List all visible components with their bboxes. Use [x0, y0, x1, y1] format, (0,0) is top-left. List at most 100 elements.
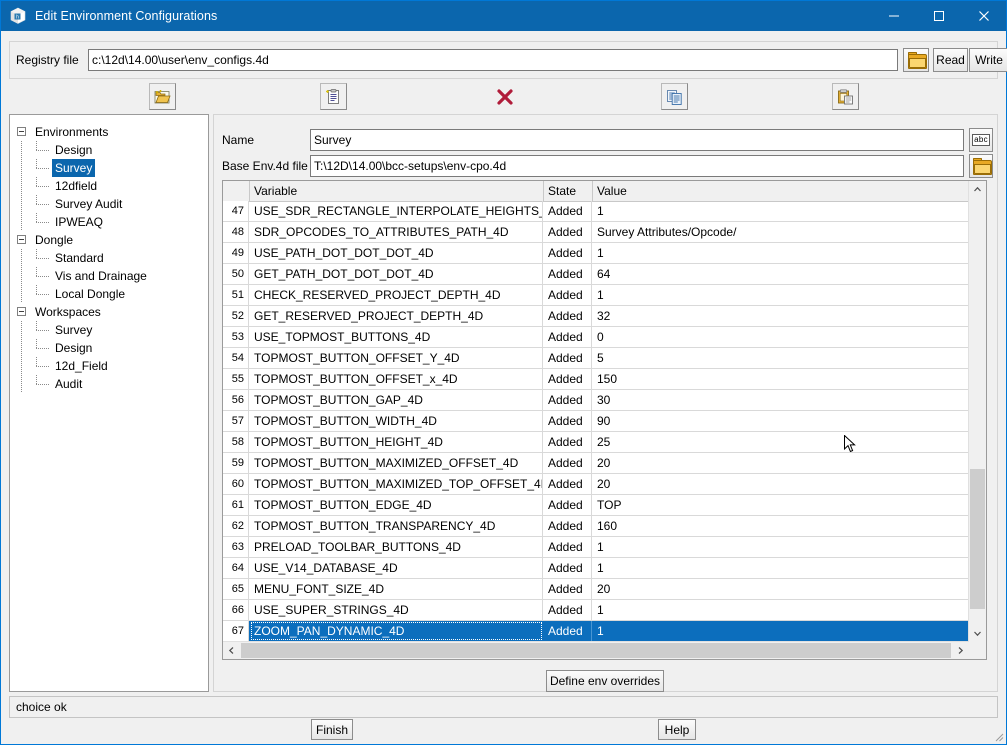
- tree-node-design[interactable]: Design: [10, 141, 208, 159]
- new-folder-button[interactable]: [149, 83, 176, 110]
- scroll-left-icon[interactable]: [223, 642, 240, 659]
- table-row[interactable]: 62 TOPMOST_BUTTON_TRANSPARENCY_4D Added 160: [223, 516, 969, 537]
- column-header-state[interactable]: State: [544, 181, 593, 201]
- table-row[interactable]: 51 CHECK_RESERVED_PROJECT_DEPTH_4D Added 1: [223, 285, 969, 306]
- state-cell[interactable]: Added: [544, 495, 592, 515]
- value-cell[interactable]: 150: [593, 369, 969, 389]
- grid-vertical-scrollbar[interactable]: [968, 181, 986, 642]
- variable-cell[interactable]: GET_RESERVED_PROJECT_DEPTH_4D: [250, 306, 543, 326]
- table-row[interactable]: 58 TOPMOST_BUTTON_HEIGHT_4D Added 25: [223, 432, 969, 453]
- value-cell[interactable]: 1: [593, 621, 969, 641]
- copy-button[interactable]: [661, 83, 688, 110]
- row-index-cell[interactable]: 67: [223, 621, 249, 641]
- table-row[interactable]: 53 USE_TOPMOST_BUTTONS_4D Added 0: [223, 327, 969, 348]
- expander-collapse-icon[interactable]: [17, 127, 26, 136]
- table-row[interactable]: 60 TOPMOST_BUTTON_MAXIMIZED_TOP_OFFSET_4D…: [223, 474, 969, 495]
- state-cell[interactable]: Added: [544, 264, 592, 284]
- delete-button[interactable]: [491, 83, 518, 110]
- variable-cell[interactable]: TOPMOST_BUTTON_HEIGHT_4D: [250, 432, 543, 452]
- help-button[interactable]: Help: [658, 719, 696, 740]
- variable-cell[interactable]: TOPMOST_BUTTON_EDGE_4D: [250, 495, 543, 515]
- variable-cell[interactable]: TOPMOST_BUTTON_MAXIMIZED_TOP_OFFSET_4D: [250, 474, 543, 494]
- table-row[interactable]: 65 MENU_FONT_SIZE_4D Added 20: [223, 579, 969, 600]
- tree-node-dongle[interactable]: Dongle: [10, 231, 208, 249]
- table-row[interactable]: 47 USE_SDR_RECTANGLE_INTERPOLATE_HEIGHTS_…: [223, 201, 969, 222]
- state-cell[interactable]: Added: [544, 411, 592, 431]
- value-cell[interactable]: 25: [593, 432, 969, 452]
- value-cell[interactable]: TOP: [593, 495, 969, 515]
- state-cell[interactable]: Added: [544, 285, 592, 305]
- row-index-cell[interactable]: 52: [223, 306, 249, 326]
- value-cell[interactable]: 1: [593, 285, 969, 305]
- variable-cell[interactable]: SDR_OPCODES_TO_ATTRIBUTES_PATH_4D: [250, 222, 543, 242]
- table-row[interactable]: 54 TOPMOST_BUTTON_OFFSET_Y_4D Added 5: [223, 348, 969, 369]
- scroll-down-icon[interactable]: [969, 625, 986, 642]
- expander-collapse-icon[interactable]: [17, 235, 26, 244]
- state-cell[interactable]: Added: [544, 516, 592, 536]
- define-env-overrides-button[interactable]: Define env overrides: [546, 670, 664, 692]
- state-cell[interactable]: Added: [544, 201, 592, 221]
- tree-node-survey-audit[interactable]: Survey Audit: [10, 195, 208, 213]
- table-row[interactable]: 50 GET_PATH_DOT_DOT_DOT_4D Added 64: [223, 264, 969, 285]
- write-button[interactable]: Write: [969, 48, 1007, 72]
- tree-node-survey[interactable]: Survey: [10, 321, 208, 339]
- row-index-cell[interactable]: 49: [223, 243, 249, 263]
- row-index-cell[interactable]: 61: [223, 495, 249, 515]
- state-cell[interactable]: Added: [544, 453, 592, 473]
- value-cell[interactable]: 64: [593, 264, 969, 284]
- value-cell[interactable]: 1: [593, 600, 969, 620]
- row-index-cell[interactable]: 50: [223, 264, 249, 284]
- close-button[interactable]: [961, 1, 1006, 31]
- table-row[interactable]: 56 TOPMOST_BUTTON_GAP_4D Added 30: [223, 390, 969, 411]
- value-cell[interactable]: 0: [593, 327, 969, 347]
- row-index-cell[interactable]: 57: [223, 411, 249, 431]
- state-cell[interactable]: Added: [544, 600, 592, 620]
- scroll-right-icon[interactable]: [952, 642, 969, 659]
- tree-node-audit[interactable]: Audit: [10, 375, 208, 393]
- row-index-cell[interactable]: 55: [223, 369, 249, 389]
- column-header-value[interactable]: Value: [593, 181, 969, 201]
- state-cell[interactable]: Added: [544, 537, 592, 557]
- state-cell[interactable]: Added: [544, 558, 592, 578]
- variable-cell[interactable]: USE_SDR_RECTANGLE_INTERPOLATE_HEIGHTS_4D: [250, 201, 543, 221]
- tree-node-standard[interactable]: Standard: [10, 249, 208, 267]
- tree-node-12dfield[interactable]: 12dfield: [10, 177, 208, 195]
- state-cell[interactable]: Added: [544, 222, 592, 242]
- tree-node-local-dongle[interactable]: Local Dongle: [10, 285, 208, 303]
- variable-cell[interactable]: MENU_FONT_SIZE_4D: [250, 579, 543, 599]
- base-env-browse-button[interactable]: [969, 154, 993, 178]
- new-document-button[interactable]: [320, 83, 347, 110]
- state-cell[interactable]: Added: [544, 369, 592, 389]
- value-cell[interactable]: 5: [593, 348, 969, 368]
- table-row[interactable]: 52 GET_RESERVED_PROJECT_DEPTH_4D Added 32: [223, 306, 969, 327]
- grid-horizontal-scrollbar[interactable]: [223, 641, 969, 659]
- value-cell[interactable]: 1: [593, 243, 969, 263]
- table-row[interactable]: 61 TOPMOST_BUTTON_EDGE_4D Added TOP: [223, 495, 969, 516]
- state-cell[interactable]: Added: [544, 579, 592, 599]
- environment-tree[interactable]: Environments Design Survey 12dfield Survey A…: [9, 114, 209, 692]
- variable-cell[interactable]: CHECK_RESERVED_PROJECT_DEPTH_4D: [250, 285, 543, 305]
- state-cell[interactable]: Added: [544, 621, 592, 641]
- state-cell[interactable]: Added: [544, 327, 592, 347]
- value-cell[interactable]: 20: [593, 474, 969, 494]
- state-cell[interactable]: Added: [544, 432, 592, 452]
- state-cell[interactable]: Added: [544, 390, 592, 410]
- minimize-button[interactable]: [871, 1, 916, 31]
- row-index-cell[interactable]: 53: [223, 327, 249, 347]
- tree-node-vis-and-drainage[interactable]: Vis and Drainage: [10, 267, 208, 285]
- row-index-cell[interactable]: 58: [223, 432, 249, 452]
- tree-node-workspaces[interactable]: Workspaces: [10, 303, 208, 321]
- variable-cell[interactable]: ZOOM_PAN_DYNAMIC_4D: [250, 621, 543, 641]
- paste-button[interactable]: [832, 83, 859, 110]
- value-cell[interactable]: 20: [593, 579, 969, 599]
- row-index-cell[interactable]: 62: [223, 516, 249, 536]
- value-cell[interactable]: 90: [593, 411, 969, 431]
- tree-node-survey[interactable]: Survey: [10, 159, 208, 177]
- table-row[interactable]: 48 SDR_OPCODES_TO_ATTRIBUTES_PATH_4D Added…: [223, 222, 969, 243]
- tree-node-ipweaq[interactable]: IPWEAQ: [10, 213, 208, 231]
- tree-node-design[interactable]: Design: [10, 339, 208, 357]
- registry-file-input[interactable]: [88, 49, 898, 71]
- row-index-cell[interactable]: 59: [223, 453, 249, 473]
- column-header-index[interactable]: [223, 181, 250, 201]
- registry-browse-button[interactable]: [903, 48, 929, 72]
